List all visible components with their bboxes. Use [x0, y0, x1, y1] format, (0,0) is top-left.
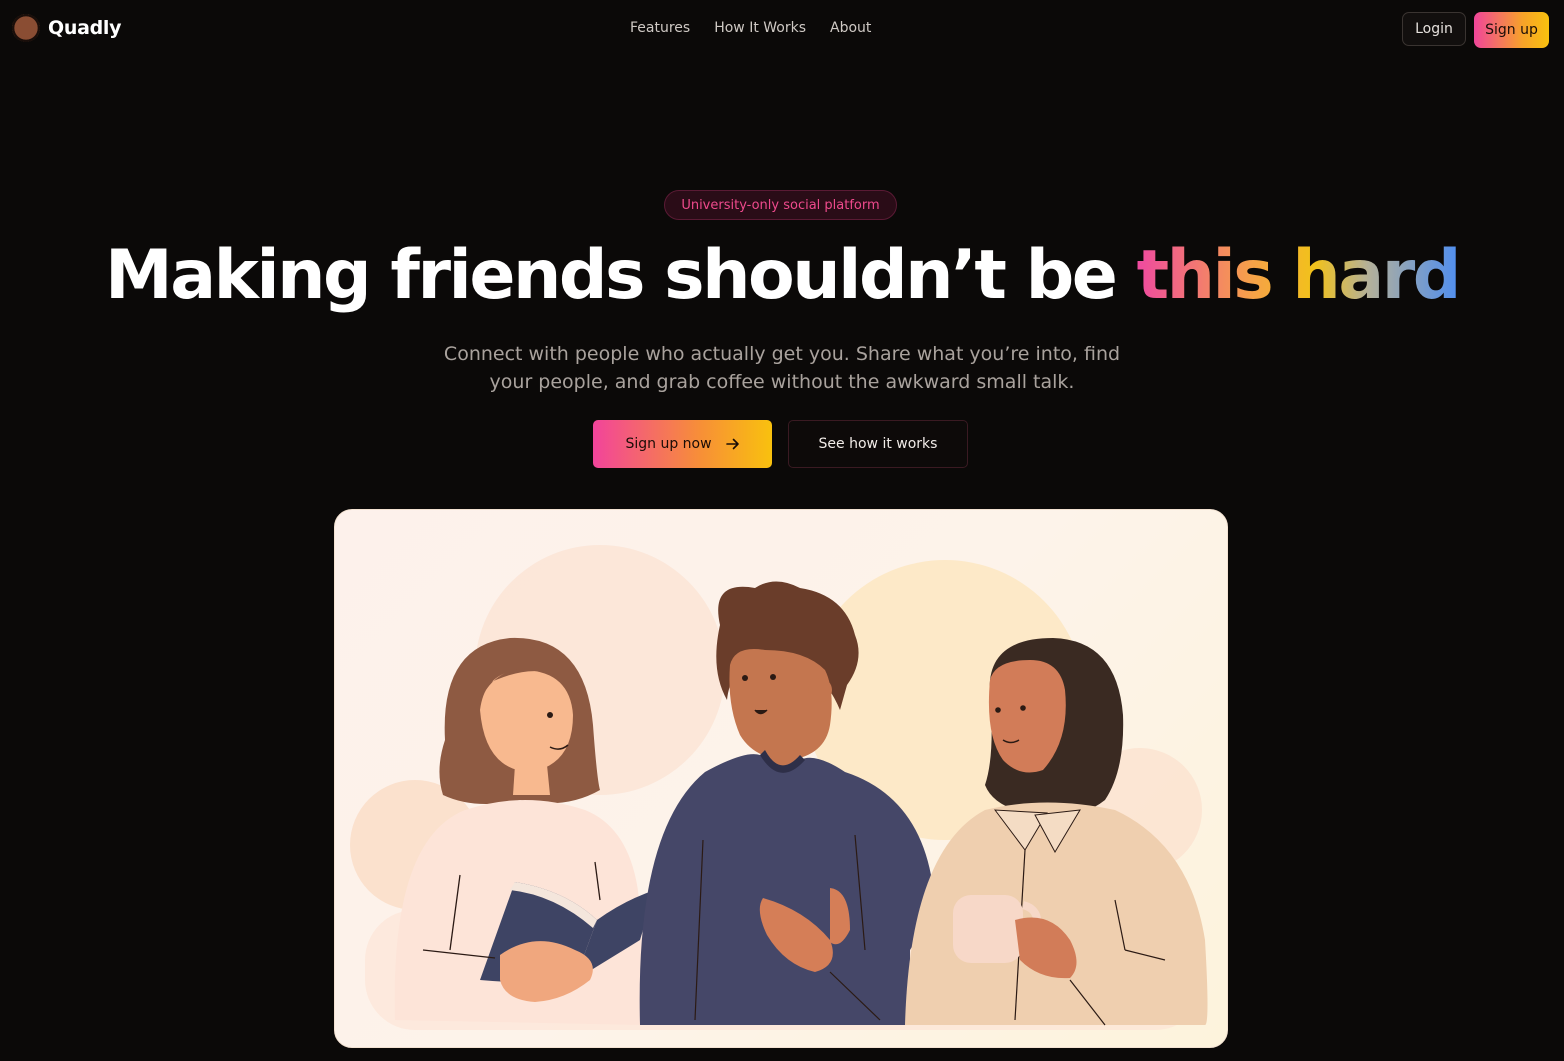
nav-link-how-it-works[interactable]: How It Works: [714, 20, 806, 36]
headline-gradient-text: this hard: [1136, 236, 1462, 315]
signup-now-button[interactable]: Sign up now: [593, 420, 772, 468]
hero-subtext: Connect with people who actually get you…: [443, 343, 1121, 393]
nav-link-features[interactable]: Features: [630, 20, 690, 36]
logo-icon: [12, 14, 40, 42]
nav-link-about[interactable]: About: [830, 20, 871, 36]
signup-now-label: Sign up now: [625, 436, 712, 452]
nav-links: Features How It Works About: [630, 20, 871, 36]
login-button[interactable]: Login: [1402, 12, 1466, 46]
arrow-right-icon: [725, 438, 739, 450]
headline-plain-text: Making friends shouldn’t be: [105, 236, 1137, 315]
hero-badge: University-only social platform: [664, 190, 897, 220]
top-nav: Quadly Features How It Works About Login…: [0, 0, 1564, 60]
see-how-it-works-button[interactable]: See how it works: [788, 420, 968, 468]
brand-name: Quadly: [48, 17, 122, 39]
hero-headline: Making friends shouldn’t be this hard: [0, 236, 1564, 315]
hero-illustration: [334, 509, 1228, 1048]
signup-button[interactable]: Sign up: [1474, 12, 1549, 48]
brand-logo[interactable]: Quadly: [12, 14, 122, 42]
three-friends-illustration: [350, 545, 1208, 1030]
